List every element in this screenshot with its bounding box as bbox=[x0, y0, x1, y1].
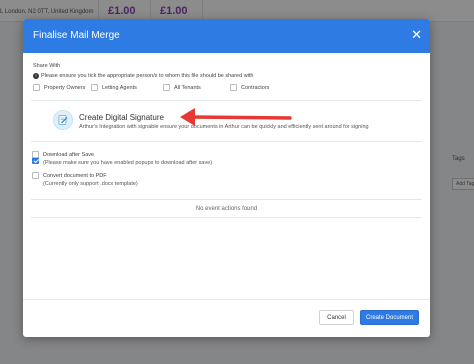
share-option-label: Letting Agents bbox=[102, 84, 137, 91]
finalise-mail-merge-modal: Finalise Mail Merge ✕ Share With ! Pleas… bbox=[23, 19, 430, 337]
convert-to-pdf-option[interactable]: Convert document to PDF bbox=[32, 172, 107, 179]
info-icon: ! bbox=[33, 73, 39, 79]
convert-note: (Currently only support .docx template) bbox=[43, 181, 138, 187]
share-option-label: Contractors bbox=[241, 84, 270, 91]
share-note-text: Please ensure you tick the appropriate p… bbox=[41, 73, 254, 79]
divider bbox=[31, 100, 422, 101]
all-tenants-checkbox[interactable] bbox=[163, 84, 170, 91]
download-after-save-option[interactable]: Download after Save bbox=[32, 151, 94, 158]
share-option-letting-agents[interactable]: Letting Agents bbox=[91, 84, 137, 91]
modal-title: Finalise Mail Merge bbox=[33, 30, 120, 41]
cancel-button[interactable]: Cancel bbox=[319, 310, 354, 325]
download-after-save-label: Download after Save bbox=[43, 151, 95, 158]
property-owners-checkbox[interactable] bbox=[33, 84, 40, 91]
footer-divider bbox=[23, 299, 430, 300]
digital-signature-description: Arthur's Integration with signable ensur… bbox=[79, 124, 369, 130]
close-icon[interactable]: ✕ bbox=[411, 28, 422, 41]
no-events-message: No event actions found bbox=[195, 206, 258, 212]
divider bbox=[31, 217, 422, 218]
share-option-label: Property Owners bbox=[44, 84, 86, 91]
share-option-all-tenants[interactable]: All Tenants bbox=[163, 84, 201, 91]
convert-to-pdf-label: Convert document to PDF bbox=[43, 172, 107, 179]
letting-agents-checkbox[interactable] bbox=[91, 84, 98, 91]
divider bbox=[31, 141, 422, 142]
signature-icon bbox=[53, 110, 73, 130]
modal-header: Finalise Mail Merge ✕ bbox=[23, 19, 430, 53]
convert-to-pdf-checkbox[interactable] bbox=[32, 172, 39, 179]
divider bbox=[31, 199, 422, 200]
digital-signature-checkbox[interactable] bbox=[32, 157, 39, 164]
download-after-save-checkbox[interactable] bbox=[32, 151, 39, 158]
create-document-button[interactable]: Create Document bbox=[360, 310, 419, 325]
share-option-label: All Tenants bbox=[174, 84, 201, 91]
share-option-contractors[interactable]: Contractors bbox=[230, 84, 269, 91]
share-option-property-owners[interactable]: Property Owners bbox=[33, 84, 85, 91]
share-with-label: Share With bbox=[33, 63, 61, 69]
share-note: ! Please ensure you tick the appropriate… bbox=[33, 73, 253, 79]
digital-signature-title: Create Digital Signature bbox=[79, 113, 164, 122]
download-note: (Please make sure you have enabled popup… bbox=[43, 160, 213, 166]
contractors-checkbox[interactable] bbox=[230, 84, 237, 91]
